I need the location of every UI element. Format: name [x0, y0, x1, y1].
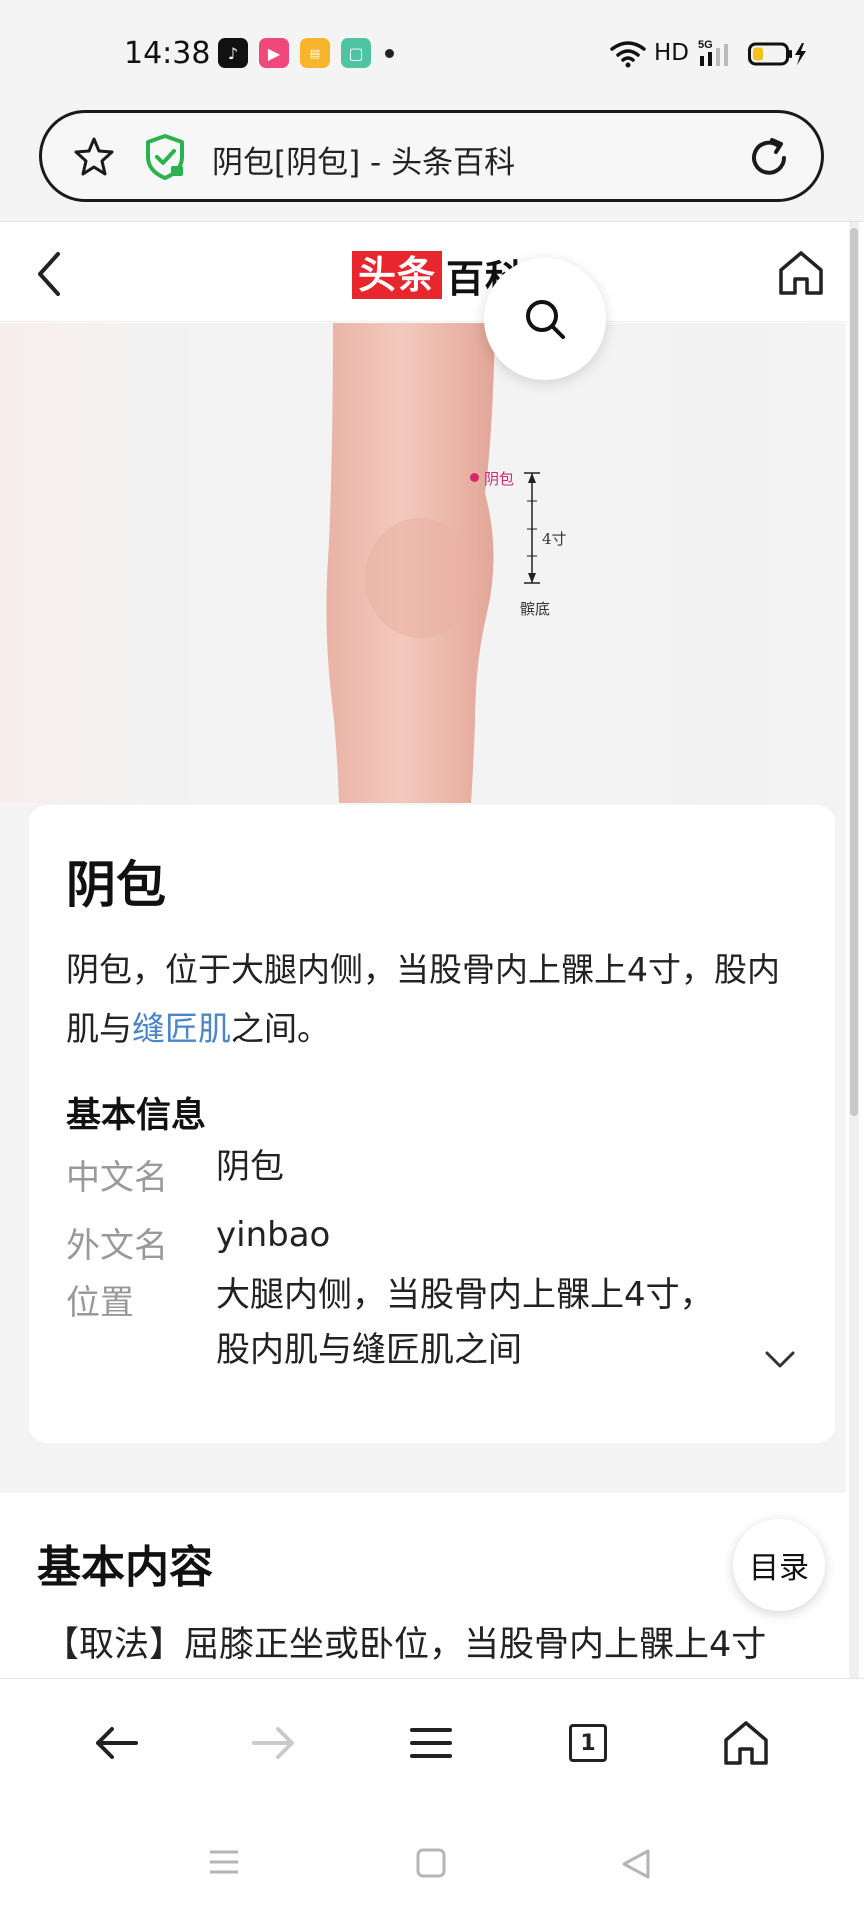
basic-content-section: 基本内容 【取法】屈膝正坐或卧位，当股骨内上髁上4寸 [0, 1493, 846, 1678]
logo-red-part: 头条 [352, 251, 443, 299]
home-icon [724, 1721, 768, 1765]
acupoint-marker [470, 473, 479, 482]
tabs-count-icon: 1 [569, 1724, 607, 1762]
tiktok-icon: ♪ [218, 38, 248, 68]
notes-app-icon: ▢ [341, 38, 371, 68]
browser-home-button[interactable] [716, 1713, 776, 1773]
info-label-foreign-name: 外文名 [66, 1226, 168, 1266]
entry-info-card: 阴包 阴包，位于大腿内侧，当股骨内上髁上4寸，股内肌与缝匠肌之间。 基本信息 中… [29, 805, 835, 1443]
system-home-icon[interactable] [416, 1848, 446, 1878]
arrow-left-icon [96, 1727, 138, 1759]
section-first-line: 【取法】屈膝正坐或卧位，当股骨内上髁上4寸 [44, 1625, 767, 1665]
reference-point-label: 髌底 [520, 600, 551, 618]
leg-image [326, 323, 495, 803]
info-value-location-line2: 股内肌与缝匠肌之间 [216, 1330, 522, 1370]
entry-title: 阴包 [66, 856, 166, 914]
reload-icon[interactable] [746, 135, 792, 181]
network-type-label: HD [654, 40, 690, 66]
arrow-right-icon [252, 1727, 294, 1759]
browser-tabs-button[interactable]: 1 [558, 1713, 618, 1773]
bookmark-star-icon[interactable] [72, 135, 116, 179]
hamburger-menu-icon [410, 1728, 452, 1758]
summary-text-end: 之间。 [231, 1009, 330, 1048]
signal-icon: 5G [698, 39, 728, 66]
scrollbar-thumb[interactable] [850, 228, 858, 1116]
info-value-foreign-name: yinbao [216, 1215, 331, 1255]
status-time: 14:38 [124, 36, 211, 71]
site-home-icon[interactable] [776, 248, 826, 298]
table-of-contents-button[interactable]: 目录 [733, 1519, 825, 1611]
status-bar: 14:38 ♪ ▶ ▤ ▢ HD 5G [0, 0, 864, 100]
wifi-icon [610, 41, 646, 68]
info-value-chinese-name: 阴包 [216, 1147, 284, 1187]
system-navigation-bar [0, 1800, 864, 1920]
section-heading: 基本内容 [37, 1542, 213, 1593]
page-title-in-address-bar[interactable]: 阴包[阴包] - 头条百科 [212, 137, 515, 182]
browser-forward-button[interactable] [244, 1713, 304, 1773]
info-value-location-line1: 大腿内侧，当股骨内上髁上4寸， [216, 1275, 714, 1315]
expand-chevron-down-icon[interactable] [764, 1350, 796, 1370]
video-app-icon: ▶ [259, 38, 289, 68]
browser-menu-button[interactable] [401, 1713, 461, 1773]
measurement-label: 4寸 [542, 530, 567, 548]
site-header: 头条 百科 [0, 222, 846, 322]
info-label-location: 位置 [66, 1283, 134, 1323]
secure-shield-icon[interactable] [142, 133, 188, 181]
info-label-chinese-name: 中文名 [66, 1158, 168, 1198]
system-back-icon[interactable] [620, 1848, 652, 1880]
summary-link-sartorius[interactable]: 缝匠肌 [132, 1009, 231, 1048]
signal-type-label: 5G [698, 39, 713, 51]
address-bar[interactable]: 阴包[阴包] - 头条百科 [39, 110, 824, 202]
basic-info-heading: 基本信息 [66, 1096, 207, 1136]
illustration-photo: 阴包 4寸 髌底 [190, 323, 672, 803]
browser-back-button[interactable] [86, 1713, 146, 1773]
search-button[interactable] [484, 258, 606, 380]
search-icon [526, 300, 565, 339]
battery-icon [748, 42, 806, 66]
browser-toolbar: 1 [0, 1678, 864, 1800]
acupoint-illustration: 阴包 4寸 髌底 [0, 323, 846, 803]
back-chevron-icon[interactable] [30, 250, 70, 298]
entry-summary: 阴包，位于大腿内侧，当股骨内上髁上4寸，股内肌与缝匠肌之间。 [66, 940, 806, 1058]
acupoint-label: 阴包 [484, 470, 515, 488]
recent-apps-icon[interactable] [208, 1848, 240, 1876]
tab-count: 1 [580, 1730, 596, 1756]
more-notifications-dot [385, 49, 394, 58]
measurement-arrow [524, 472, 540, 584]
reader-app-icon: ▤ [300, 38, 330, 68]
browser-address-area: 阴包[阴包] - 头条百科 [0, 100, 864, 222]
